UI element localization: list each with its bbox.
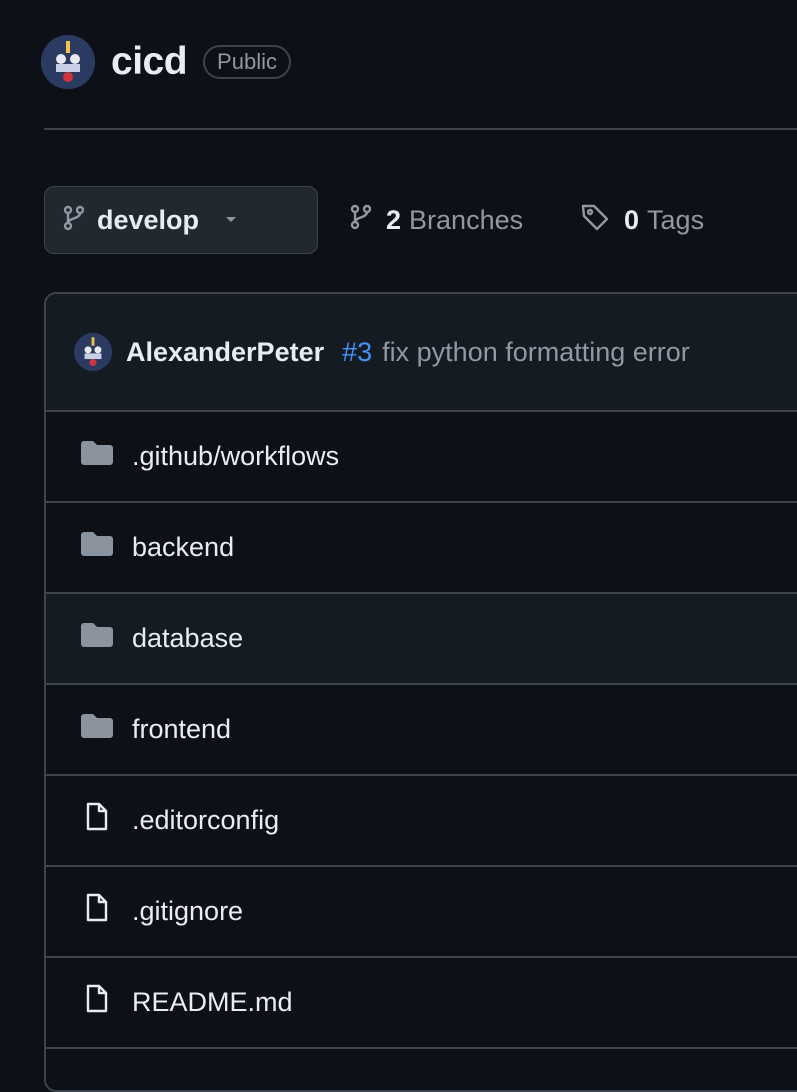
git-branch-icon: [63, 205, 85, 236]
file-row-gitignore[interactable]: .gitignore: [46, 867, 797, 958]
file-browser: AlexanderPeter #3 fix python formatting …: [44, 292, 797, 1092]
branch-select-button[interactable]: develop: [44, 186, 318, 254]
commit-author-avatar[interactable]: [74, 333, 112, 371]
header-divider: [44, 128, 797, 130]
repo-header: cicd Public: [41, 35, 291, 89]
repo-name[interactable]: cicd: [111, 40, 188, 84]
file-name[interactable]: frontend: [132, 714, 231, 745]
folder-icon: [80, 440, 114, 473]
file-row-github-workflows[interactable]: .github/workflows: [46, 412, 797, 503]
file-row-editorconfig[interactable]: .editorconfig: [46, 776, 797, 867]
file-name[interactable]: .editorconfig: [132, 805, 279, 836]
file-name[interactable]: README.md: [132, 987, 293, 1018]
tags-count: 0: [624, 204, 640, 235]
file-name[interactable]: .gitignore: [132, 896, 243, 927]
file-row-frontend[interactable]: frontend: [46, 685, 797, 776]
file-row-database[interactable]: database: [46, 594, 797, 685]
file-row-readme[interactable]: README.md: [46, 958, 797, 1049]
file-icon: [80, 802, 114, 839]
branch-name: develop: [97, 204, 200, 235]
owner-avatar[interactable]: [41, 35, 95, 89]
branches-link[interactable]: 2 Branches: [350, 186, 523, 254]
file-icon: [80, 893, 114, 930]
branches-count: 2: [386, 204, 402, 235]
latest-commit-bar: AlexanderPeter #3 fix python formatting …: [46, 294, 797, 412]
tags-link[interactable]: 0 Tags: [580, 186, 704, 254]
visibility-badge: Public: [203, 45, 291, 79]
pull-request-link[interactable]: #3: [342, 337, 372, 368]
file-name[interactable]: backend: [132, 532, 234, 563]
tag-icon: [580, 203, 624, 238]
folder-icon: [80, 622, 114, 655]
branches-label: Branches: [409, 204, 524, 235]
commit-message[interactable]: fix python formatting error: [382, 337, 690, 368]
folder-icon: [80, 713, 114, 746]
chevron-down-icon: [225, 211, 237, 229]
folder-icon: [80, 531, 114, 564]
commit-author[interactable]: AlexanderPeter: [126, 337, 324, 368]
file-name[interactable]: .github/workflows: [132, 441, 339, 472]
file-icon: [80, 984, 114, 1021]
file-row-backend[interactable]: backend: [46, 503, 797, 594]
tags-label: Tags: [647, 204, 705, 235]
file-name[interactable]: database: [132, 623, 243, 654]
git-branch-icon: [350, 204, 386, 237]
